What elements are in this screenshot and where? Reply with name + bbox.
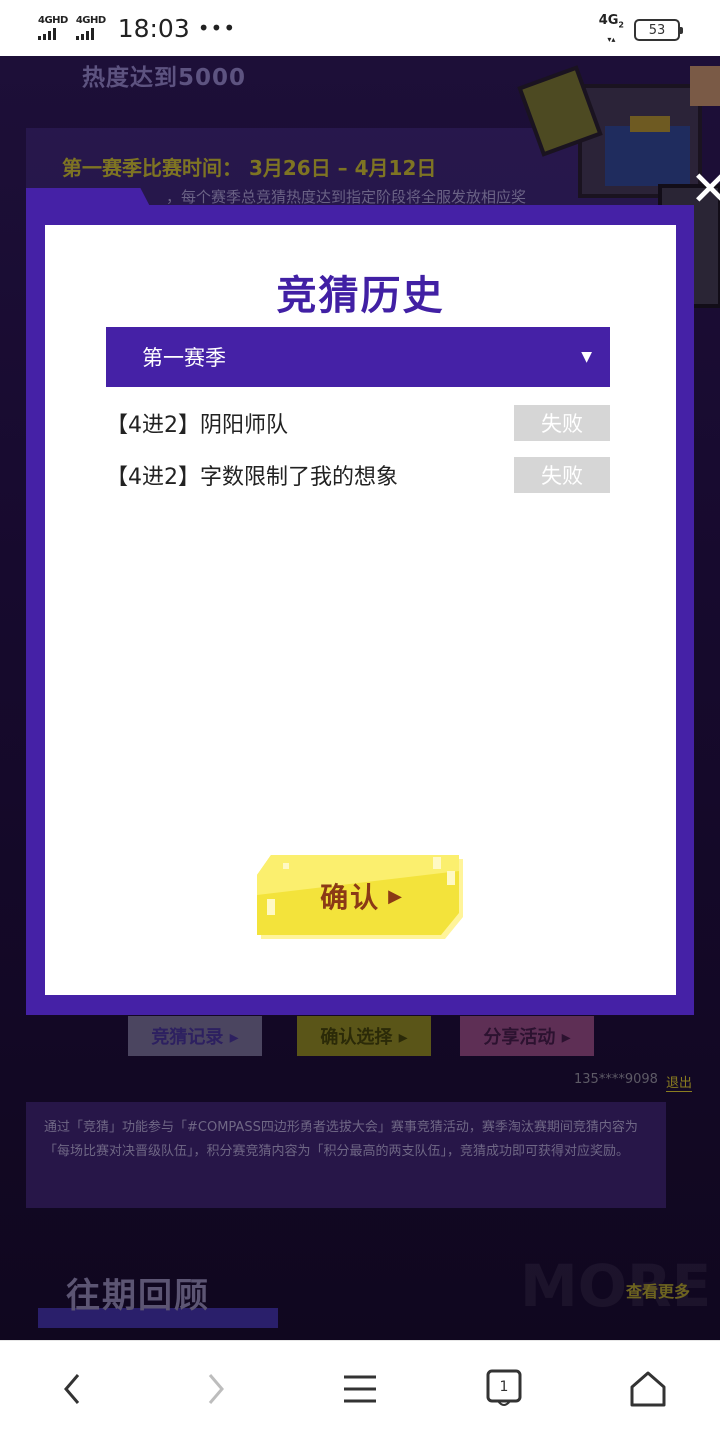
signal-bars-icon <box>75 28 94 40</box>
guess-history-modal: 竞猜历史 第一赛季 ▼ 【4进2】阴阳师队 失败 【4进2】字数限制了我的想象 … <box>45 225 676 995</box>
mobile-data-icon: 4G2 ▾▴ <box>598 13 624 44</box>
heat-milestone-text: 热度达到5000 <box>82 65 247 91</box>
signal-1: 4GHD <box>38 16 68 40</box>
chevron-left-icon <box>64 1374 80 1404</box>
browser-nav-bar: 1 <box>0 1340 720 1436</box>
signal-bars-icon <box>38 28 56 40</box>
history-row-match: 【4进2】阴阳师队 <box>106 413 288 438</box>
chevron-right-icon <box>208 1374 224 1404</box>
tabs-button[interactable]: 1 <box>480 1367 528 1411</box>
history-row-match: 【4进2】字数限制了我的想象 <box>106 465 398 490</box>
season-time-text: 第一赛季比赛时间： 3月26日 – 4月12日 <box>62 156 437 180</box>
confirm-label: 确认 ▶ <box>257 855 467 937</box>
see-more-link: 查看更多 <box>626 1282 691 1301</box>
review-section-title: 往期回顾 <box>66 1276 210 1316</box>
modal-title: 竞猜历史 <box>276 273 445 319</box>
back-button[interactable] <box>48 1367 96 1411</box>
confirm-button[interactable]: 确认 ▶ <box>257 855 467 941</box>
arrow-right-icon: ▶ <box>388 885 404 907</box>
history-row: 【4进2】字数限制了我的想象 失败 <box>106 457 610 493</box>
history-row: 【4进2】阴阳师队 失败 <box>106 405 610 441</box>
history-row-result-badge: 失败 <box>514 457 610 493</box>
season-select[interactable]: 第一赛季 ▼ <box>106 327 610 387</box>
status-bar: 4GHD 4GHD 18:03 ••• 4G2 ▾▴ 53 <box>0 0 720 56</box>
user-phone: 135****9098 <box>574 1072 658 1087</box>
mobile-data-label: 4G <box>598 13 619 28</box>
dropdown-caret-icon: ▼ <box>581 349 592 365</box>
more-notifications-icon: ••• <box>197 16 237 40</box>
home-button[interactable] <box>624 1367 672 1411</box>
activity-description: 通过「竞猜」功能参与「#COMPASS四边形勇者选拔大会」赛事竞猜活动，赛季淘汰… <box>26 1102 666 1208</box>
season-select-value: 第一赛季 <box>142 346 226 370</box>
forward-button[interactable] <box>192 1367 240 1411</box>
home-icon <box>630 1371 666 1407</box>
season-note-text: ，每个赛季总竞猜热度达到指定阶段将全服发放相应奖 <box>166 188 527 206</box>
confirm-text: 确认 <box>320 881 381 914</box>
signal-2: 4GHD <box>75 15 106 40</box>
sim-slot: 2 <box>618 20 624 30</box>
tab-count: 1 <box>499 1379 509 1395</box>
network-type-label: 4GHD <box>75 15 106 26</box>
logout-link: 退出 <box>666 1072 693 1092</box>
clock: 18:03 <box>117 13 190 43</box>
network-type-label: 4GHD <box>38 15 68 26</box>
battery-level: 53 <box>648 22 666 38</box>
share-activity-button: 分享活动 ▸ <box>460 1016 594 1056</box>
confirm-choice-button: 确认选择 ▸ <box>297 1016 431 1056</box>
menu-icon <box>344 1375 376 1403</box>
guess-record-button: 竞猜记录 ▸ <box>128 1016 262 1056</box>
battery-icon: 53 <box>634 19 683 42</box>
history-row-result-badge: 失败 <box>514 405 610 441</box>
menu-button[interactable] <box>336 1367 384 1411</box>
close-modal-icon[interactable]: ✕ <box>690 165 720 213</box>
